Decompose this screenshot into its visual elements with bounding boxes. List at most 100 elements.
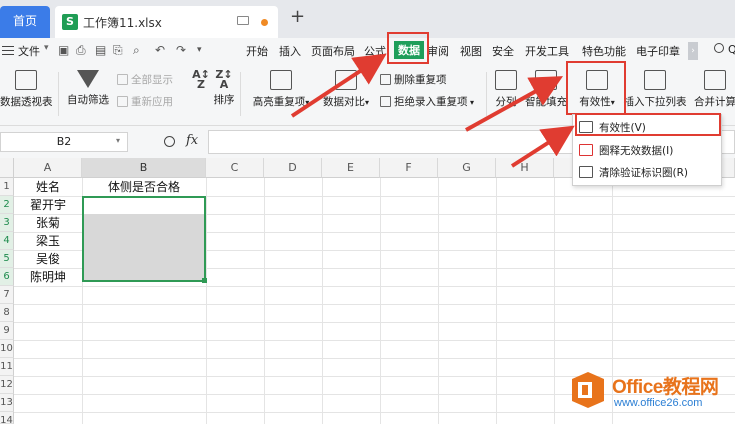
- search-label[interactable]: Q: [728, 43, 735, 56]
- new-tab-plus-icon[interactable]: +: [290, 8, 305, 26]
- tab-e-seal[interactable]: 电子印章: [636, 43, 680, 59]
- cell-a3[interactable]: 张菊: [14, 214, 82, 232]
- row-header-8[interactable]: 8: [0, 304, 14, 322]
- print-preview-icon[interactable]: ▤: [95, 43, 106, 57]
- gridline: [14, 340, 735, 341]
- search-icon[interactable]: [714, 43, 724, 53]
- split-column-icon: [495, 70, 517, 90]
- home-tab[interactable]: 首页: [0, 6, 50, 38]
- filter-icon: [77, 70, 99, 88]
- tab-security[interactable]: 安全: [492, 43, 514, 59]
- row-header-1[interactable]: 1: [0, 178, 14, 196]
- cell-b1[interactable]: 体侧是否合格: [82, 178, 206, 196]
- column-header-f[interactable]: F: [380, 158, 438, 178]
- row-header-7[interactable]: 7: [0, 286, 14, 304]
- tab-start[interactable]: 开始: [246, 43, 268, 59]
- remove-duplicates-button[interactable]: 删除重复项: [380, 72, 447, 87]
- more-tabs-button[interactable]: ›: [688, 42, 698, 60]
- chevron-down-icon[interactable]: ▾: [44, 43, 49, 53]
- name-box[interactable]: B2: [0, 132, 128, 152]
- row-header-12[interactable]: 12: [0, 376, 14, 394]
- window-mode-icon[interactable]: [237, 16, 249, 25]
- column-header-g[interactable]: G: [438, 158, 496, 178]
- split-column-button[interactable]: 分列: [492, 70, 520, 109]
- data-compare-button[interactable]: 数据对比▾: [319, 70, 373, 109]
- circle-invalid-icon: [579, 144, 593, 156]
- gridline: [14, 304, 735, 305]
- pivot-table-button[interactable]: 数据透视表: [0, 70, 53, 109]
- tab-features[interactable]: 特色功能: [582, 43, 626, 59]
- column-header-e[interactable]: E: [322, 158, 380, 178]
- document-tab[interactable]: S 工作簿11.xlsx: [55, 6, 278, 38]
- show-all-button[interactable]: 全部显示: [117, 72, 173, 87]
- tab-formula[interactable]: 公式: [364, 43, 386, 59]
- office26-watermark: Office教程网 www.office26.com: [568, 370, 735, 420]
- row-header-3[interactable]: 3: [0, 214, 14, 232]
- row-header-14[interactable]: 14: [0, 412, 14, 424]
- watermark-url: www.office26.com: [614, 397, 703, 409]
- validation-item-highlight: [575, 113, 721, 136]
- row-header-4[interactable]: 4: [0, 232, 14, 250]
- row-header-5[interactable]: 5: [0, 250, 14, 268]
- smart-fill-button[interactable]: 智能填充: [522, 70, 570, 109]
- sort-desc-icon: Z↕ A: [215, 68, 233, 91]
- row-header-6[interactable]: 6: [0, 268, 14, 286]
- chevron-down-icon[interactable]: ▾: [197, 45, 202, 55]
- office-logo-icon: [572, 372, 604, 408]
- cell-a4[interactable]: 梁玉: [14, 232, 82, 250]
- filter-icon: [117, 74, 128, 85]
- print-icon[interactable]: ⎘: [113, 43, 123, 58]
- column-header-c[interactable]: C: [206, 158, 264, 178]
- cell-a1[interactable]: 姓名: [14, 178, 82, 196]
- column-header-h[interactable]: H: [496, 158, 554, 178]
- selected-range-b2-b6[interactable]: [82, 196, 206, 282]
- function-icon[interactable]: fx: [186, 133, 198, 148]
- redo-icon[interactable]: ↷: [176, 43, 186, 57]
- data-tab-highlight: [387, 32, 429, 64]
- validation-highlight: [566, 61, 626, 115]
- row-header-9[interactable]: 9: [0, 322, 14, 340]
- row-header-2[interactable]: 2: [0, 196, 14, 214]
- select-all-corner[interactable]: [0, 158, 14, 178]
- consolidate-button[interactable]: 合并计算: [690, 70, 735, 109]
- chevron-down-icon[interactable]: ▾: [116, 136, 120, 145]
- tab-insert[interactable]: 插入: [279, 43, 301, 59]
- save-icon[interactable]: ▣: [58, 43, 69, 57]
- row-header-11[interactable]: 11: [0, 358, 14, 376]
- divider: [58, 72, 59, 116]
- menu-item-circle-invalid[interactable]: 圈释无效数据(I): [579, 143, 673, 161]
- reject-duplicates-button[interactable]: 拒绝录入重复项 ▾: [380, 94, 474, 109]
- gridline: [14, 286, 735, 287]
- cell-a2[interactable]: 翟开宇: [14, 196, 82, 214]
- divider: [486, 72, 487, 116]
- export-icon[interactable]: ⎙: [76, 43, 86, 58]
- cell-a5[interactable]: 吴俊: [14, 250, 82, 268]
- smart-fill-icon: [535, 70, 557, 90]
- undo-icon[interactable]: ↶: [155, 43, 165, 57]
- column-header-b[interactable]: B: [82, 158, 206, 178]
- tab-view[interactable]: 视图: [460, 43, 482, 59]
- filter-icon: [117, 96, 128, 107]
- file-menu[interactable]: 文件: [18, 43, 40, 59]
- cell-a6[interactable]: 陈明坤: [14, 268, 82, 286]
- tab-review[interactable]: 审阅: [427, 43, 449, 59]
- spreadsheet-icon: S: [62, 14, 78, 30]
- column-header-d[interactable]: D: [264, 158, 322, 178]
- fill-handle[interactable]: [202, 278, 207, 283]
- column-header-a[interactable]: A: [14, 158, 82, 178]
- highlight-duplicates-button[interactable]: 高亮重复项▾: [248, 70, 314, 109]
- row-header-13[interactable]: 13: [0, 394, 14, 412]
- tab-page-layout[interactable]: 页面布局: [311, 43, 355, 59]
- autofilter-button[interactable]: 自动筛选: [64, 70, 112, 107]
- hamburger-menu-icon[interactable]: [2, 46, 14, 55]
- sort-desc-button[interactable]: Z↕ A 排序: [211, 68, 237, 107]
- menu-item-clear-circles[interactable]: 清除验证标识圈(R): [579, 165, 688, 183]
- find-icon[interactable]: ⌕: [133, 43, 140, 58]
- document-tab-label: 工作簿11.xlsx: [83, 16, 162, 30]
- insert-dropdown-button[interactable]: 插入下拉列表: [622, 70, 688, 109]
- zoom-icon[interactable]: [164, 136, 175, 147]
- tab-developer[interactable]: 开发工具: [525, 43, 569, 59]
- row-header-10[interactable]: 10: [0, 340, 14, 358]
- reapply-button[interactable]: 重新应用: [117, 94, 173, 109]
- unsaved-dot-icon[interactable]: [261, 19, 268, 26]
